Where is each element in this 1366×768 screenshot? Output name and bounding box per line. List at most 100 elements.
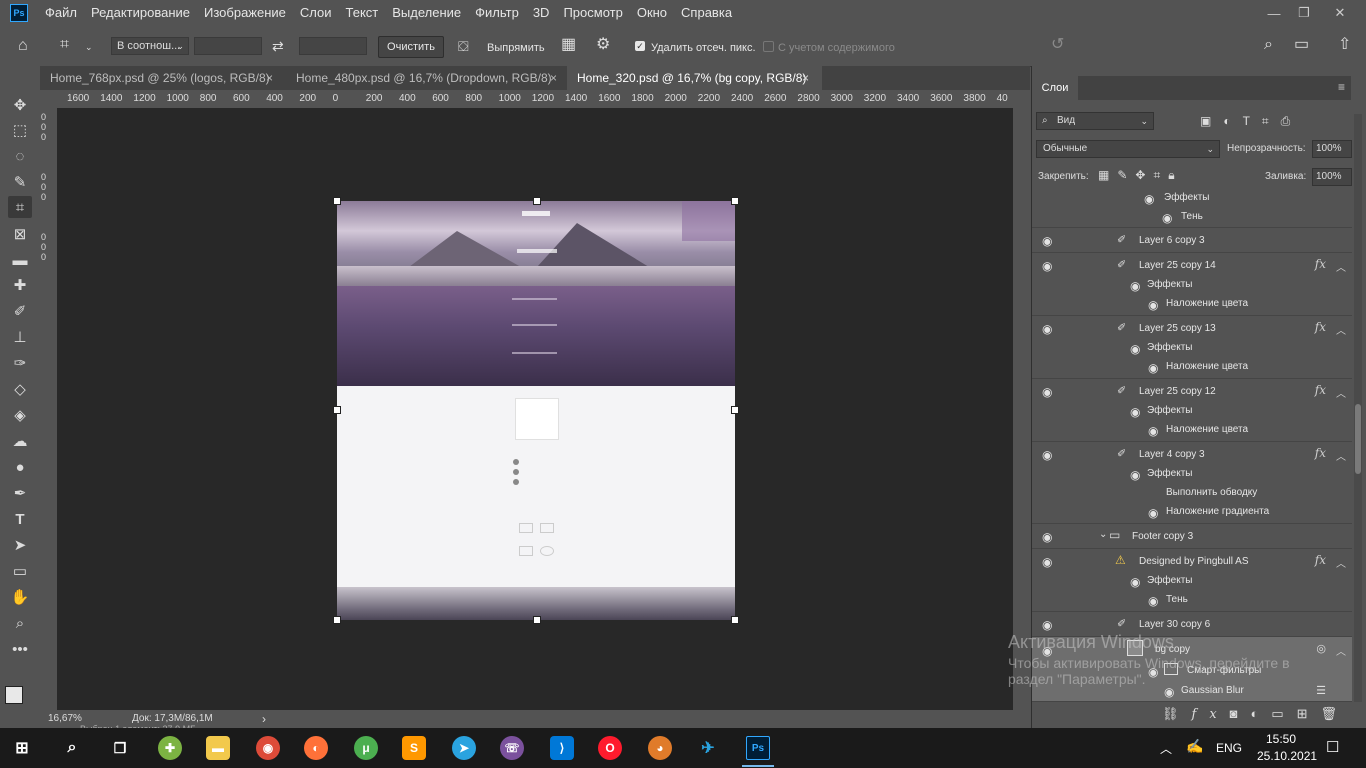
eye-icon[interactable]: ◉ <box>1148 507 1162 519</box>
tray-chevron-icon[interactable]: ︿ <box>1160 740 1172 757</box>
eye-icon[interactable]: ◉ <box>1148 299 1162 311</box>
clock-time[interactable]: 15:50 <box>1266 732 1296 746</box>
eye-icon[interactable]: ◉ <box>1148 595 1162 607</box>
crop-handle-bottom-right[interactable] <box>731 616 739 624</box>
crop-handle-bottom-left[interactable] <box>333 616 341 624</box>
eye-icon[interactable]: ◉ <box>1130 280 1144 292</box>
crop-handle-left[interactable] <box>333 406 341 414</box>
scrollbar-thumb[interactable] <box>1355 404 1361 474</box>
telegram-icon[interactable]: ➤ <box>452 736 476 760</box>
chrome-icon[interactable]: ◉ <box>256 736 280 760</box>
smart-filter-icon[interactable]: ◎ <box>1316 642 1326 655</box>
fx-icon[interactable]: fx <box>1315 257 1326 271</box>
filter-options-icon[interactable]: ☰ <box>1316 684 1326 697</box>
menu-image[interactable]: Изображение <box>197 0 293 26</box>
eye-icon[interactable]: ◉ <box>1162 212 1176 224</box>
crop-handle-right[interactable] <box>731 406 739 414</box>
crop-handle-top-right[interactable] <box>731 197 739 205</box>
fx-icon[interactable]: fx <box>1315 446 1326 460</box>
sublime-text-icon[interactable]: S <box>402 736 426 760</box>
minimize-icon[interactable]: — <box>1258 0 1290 26</box>
straighten-icon[interactable]: ⛋ <box>458 37 469 55</box>
firefox-icon[interactable]: ◐ <box>304 736 328 760</box>
app-plus-icon[interactable]: ✚ <box>158 736 182 760</box>
height-input[interactable] <box>299 37 367 55</box>
fx-icon[interactable]: fx <box>1315 383 1326 397</box>
tab-close-icon[interactable]: × <box>802 71 809 85</box>
task-view-icon[interactable]: ❐ <box>108 736 132 760</box>
eye-icon[interactable]: ◉ <box>1144 193 1158 205</box>
menu-filter[interactable]: Фильтр <box>468 0 526 26</box>
pen-tray-icon[interactable]: ✍ <box>1186 738 1203 755</box>
crop-tool-icon[interactable]: ⌗ <box>8 196 32 218</box>
bird-app-icon[interactable]: ✈ <box>696 736 720 760</box>
restore-icon[interactable]: ❐ <box>1288 0 1320 26</box>
layer-effects-group[interactable]: ◉ Эффекты ◉ Тень <box>1032 188 1352 228</box>
brush-tool-icon[interactable]: ✐ <box>8 300 32 322</box>
utorrent-icon[interactable]: μ <box>354 736 378 760</box>
lock-icons[interactable]: ▦✎✥⌗🔒︎ <box>1098 168 1183 183</box>
search-icon[interactable]: ⌕ <box>1264 36 1273 54</box>
photoshop-taskbar-icon[interactable]: Ps <box>746 736 770 760</box>
chevron-up-icon[interactable]: ︿ <box>1336 322 1346 337</box>
menu-type[interactable]: Текст <box>339 0 386 26</box>
eye-icon[interactable]: ◉ <box>1042 386 1056 398</box>
layer-row[interactable]: ◉ ✐ Layer 25 copy 14 fx ︿ ◉ Эффекты ◉ На… <box>1032 253 1352 316</box>
eye-icon[interactable]: ◉ <box>1042 260 1056 272</box>
chevron-up-icon[interactable]: ︿ <box>1336 643 1346 658</box>
layer-actions[interactable]: ⛓fx◙◐▭⊞🗑︎ <box>1162 706 1350 722</box>
file-explorer-icon[interactable]: ▬ <box>206 736 230 760</box>
search-icon[interactable]: ⌕ <box>60 736 84 760</box>
eye-icon[interactable]: ◉ <box>1130 406 1144 418</box>
menu-view[interactable]: Просмотр <box>556 0 629 26</box>
menu-edit[interactable]: Редактирование <box>84 0 197 26</box>
layer-row[interactable]: ◉ ✐ Layer 25 copy 12 fx ︿ ◉ Эффекты ◉ На… <box>1032 379 1352 442</box>
tab-home-480[interactable]: Home_480px.psd @ 16,7% (Dropdown, RGB/8) <box>286 66 566 90</box>
reset-icon[interactable]: ↺ <box>1051 36 1064 54</box>
menu-file[interactable]: Файл <box>38 0 84 26</box>
viber-icon[interactable]: ☏ <box>500 736 524 760</box>
hand-tool-icon[interactable]: ✋ <box>8 586 32 608</box>
fx-icon[interactable]: fx <box>1315 553 1326 567</box>
ruler-tool-icon[interactable]: ▬ <box>8 249 32 271</box>
horizontal-ruler[interactable]: 1600 1400 1200 1000 800 600 400 200 0 200 400 600 80… <box>57 90 1013 109</box>
crop-tool-preset-icon[interactable]: ⌗ <box>60 36 69 54</box>
vertical-ruler[interactable]: 000000000 <box>40 108 58 710</box>
eraser-tool-icon[interactable]: ◇ <box>8 378 32 400</box>
dodge-tool-icon[interactable]: ● <box>8 456 32 478</box>
blur-tool-icon[interactable]: ☁ <box>8 430 32 452</box>
tab-layers[interactable]: Слои <box>1032 76 1078 100</box>
delete-cropped-checkbox[interactable]: ✓ <box>635 41 645 51</box>
vscode-icon[interactable]: ⟩ <box>550 736 574 760</box>
notification-icon[interactable]: ☐ <box>1326 738 1339 756</box>
paint-bucket-icon[interactable]: ◈ <box>8 404 32 426</box>
ratio-select[interactable]: В соотнош... ⌄ <box>111 37 189 55</box>
crop-handle-top[interactable] <box>533 197 541 205</box>
layer-row[interactable]: ◉ ⚠ Designed by Pingbull AS fx ︿ ◉ Эффек… <box>1032 549 1352 612</box>
layer-row[interactable]: ◉ ✐ Layer 25 copy 13 fx ︿ ◉ Эффекты ◉ На… <box>1032 316 1352 379</box>
chevron-up-icon[interactable]: ︿ <box>1336 385 1346 400</box>
type-tool-icon[interactable]: T <box>8 508 32 530</box>
quick-select-tool-icon[interactable]: ✎ <box>8 171 32 193</box>
fill-input[interactable]: 100% <box>1312 168 1352 186</box>
close-icon[interactable]: ✕ <box>1324 0 1356 26</box>
tab-home-768[interactable]: Home_768px.psd @ 25% (logos, RGB/8) <box>40 66 285 90</box>
content-aware-checkbox[interactable] <box>763 41 774 52</box>
eye-icon[interactable]: ◉ <box>1042 323 1056 335</box>
panel-menu-icon[interactable]: ≡ <box>1338 80 1345 94</box>
foreground-color-swatch[interactable] <box>5 686 23 704</box>
rectangle-tool-icon[interactable]: ▭ <box>8 560 32 582</box>
eye-icon[interactable]: ◉ <box>1164 686 1178 698</box>
frame-tool-icon[interactable]: ⊠ <box>8 223 32 245</box>
document-canvas[interactable] <box>337 201 735 620</box>
eye-icon[interactable]: ◉ <box>1042 449 1056 461</box>
menu-help[interactable]: Справка <box>674 0 739 26</box>
chevron-down-icon[interactable]: ⌄ <box>1099 529 1107 540</box>
scratch-cat-icon[interactable]: ◕ <box>648 736 672 760</box>
width-input[interactable] <box>194 37 262 55</box>
layer-filter-icons[interactable]: ▣◐T⌗⎙ <box>1200 114 1302 129</box>
workspace-icon[interactable]: ▭ <box>1294 36 1309 54</box>
grid-overlay-icon[interactable]: ▦ <box>561 36 576 54</box>
zoom-level[interactable]: 16,67% <box>48 713 82 724</box>
chevron-down-icon[interactable]: ⌄ <box>85 38 93 56</box>
